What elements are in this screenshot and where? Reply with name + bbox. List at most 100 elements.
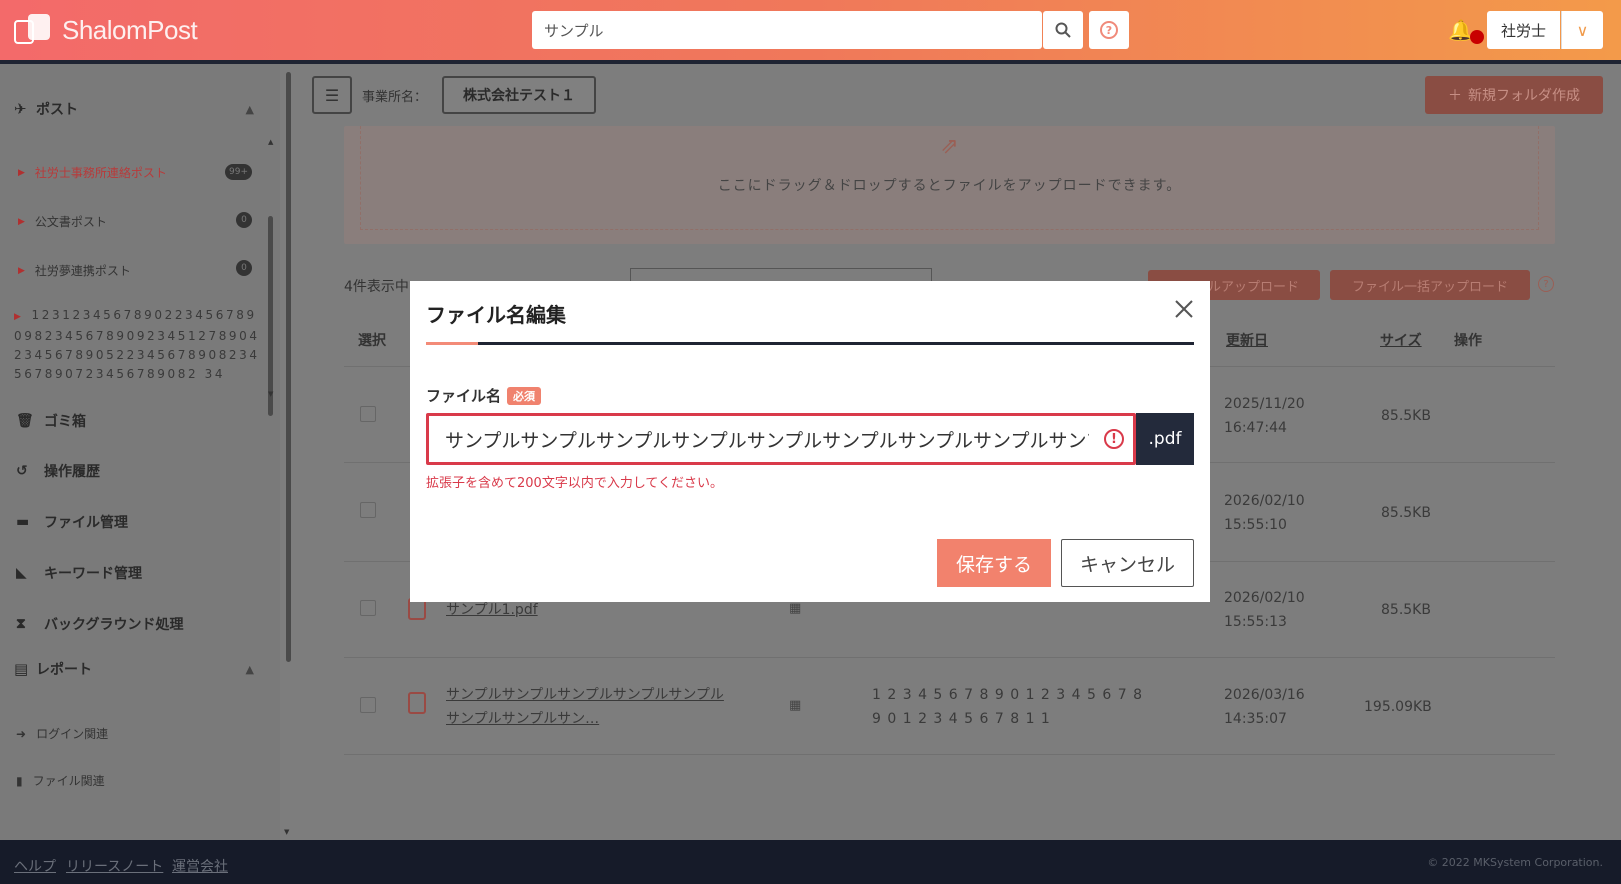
sidebar-item-trash[interactable]: 🗑 ゴミ箱 <box>16 411 86 431</box>
search-value: サンプル <box>544 21 604 40</box>
column-header-updated[interactable]: 更新日 <box>1226 330 1268 350</box>
row-date: 2026/02/10 <box>1224 590 1305 606</box>
triangle-icon: ▶ <box>18 265 25 276</box>
scroll-down-arrow-icon[interactable]: ▼ <box>268 390 273 398</box>
row-checkbox[interactable] <box>360 697 376 713</box>
count-badge: 99+ <box>225 164 252 180</box>
menu-icon: ☰ <box>324 85 340 105</box>
error-icon: ! <box>1104 429 1124 449</box>
row-checkbox[interactable] <box>360 502 376 518</box>
row-size: 85.5KB <box>1381 408 1431 424</box>
count-badge: 0 <box>236 260 252 276</box>
sidebar-item-keyword-management[interactable]: ◣ キーワード管理 <box>16 563 142 583</box>
sidebar-item-office-post[interactable]: ▶ 社労士事務所連絡ポスト <box>18 164 167 181</box>
history-icon: ↺ <box>16 463 28 479</box>
footer-company-link[interactable]: 運営会社 <box>172 856 228 876</box>
sidebar-item-sharoumu-post[interactable]: ▶ 社労夢連携ポスト <box>18 262 131 279</box>
sidebar-item-label: 操作履歴 <box>44 464 100 480</box>
menu-toggle-button[interactable]: ☰ <box>312 76 352 114</box>
triangle-icon: ▶ <box>18 216 25 227</box>
logo[interactable]: ShalomPost <box>12 10 198 50</box>
sidebar-item-file-report[interactable]: ▮ ファイル関連 <box>16 772 105 789</box>
office-selector[interactable]: 株式会社テスト１ <box>442 76 596 114</box>
sidebar-item-label: 1231234567890223456789098234567890923451… <box>14 308 260 381</box>
post-icon: ✈ <box>14 100 27 118</box>
chevron-up-icon: ▲ <box>245 662 254 676</box>
search-input[interactable]: サンプル <box>532 11 1042 49</box>
filename-input[interactable] <box>426 413 1136 465</box>
row-time: 15:55:13 <box>1224 614 1287 630</box>
sidebar-item-long-number[interactable]: ▶ 123123456789022345678909823456789092345… <box>14 306 262 384</box>
extension-addon: .pdf <box>1136 413 1194 465</box>
save-button[interactable]: 保存する <box>937 539 1051 587</box>
close-icon <box>1175 300 1193 318</box>
sidebar-item-file-management[interactable]: ▬ ファイル管理 <box>16 512 128 532</box>
footer-release-notes-link[interactable]: リリースノート <box>66 856 163 876</box>
sidebar-item-history[interactable]: ↺ 操作履歴 <box>16 461 100 481</box>
file-type-icon: ▦ <box>789 698 802 713</box>
row-date: 2026/03/16 <box>1224 687 1305 703</box>
column-header-size[interactable]: サイズ <box>1380 330 1422 350</box>
footer-help-link[interactable]: ヘルプ <box>14 856 56 876</box>
office-value: 株式会社テスト１ <box>463 88 575 104</box>
close-button[interactable] <box>1170 295 1198 323</box>
sidebar-scrollbar[interactable] <box>286 72 291 662</box>
sidebar-item-background-process[interactable]: ⧗ バックグラウンド処理 <box>16 614 183 634</box>
cancel-button[interactable]: キャンセル <box>1061 539 1194 587</box>
filename-field-label: ファイル名 必須 <box>426 385 542 406</box>
help-icon[interactable]: ? <box>1538 276 1554 292</box>
sidebar: ✈ ポスト ▲ ▶ 社労士事務所連絡ポスト 99+ ▶ 公文書ポスト 0 ▶ 社… <box>0 64 289 840</box>
office-label: 事業所名： <box>362 90 428 105</box>
help-button[interactable]: ? <box>1089 11 1129 49</box>
row-date: 2026/02/10 <box>1224 493 1305 509</box>
copyright: © 2022 MKSystem Corporation. <box>1427 856 1603 869</box>
dialog-title: ファイル名編集 <box>426 303 566 327</box>
row-size: 85.5KB <box>1381 505 1431 521</box>
scroll-up-arrow-icon[interactable]: ▲ <box>268 138 273 146</box>
dialog-title-accent <box>426 342 478 345</box>
dropzone[interactable]: ⇗ ここにドラッグ＆ドロップするとファイルをアップロードできます。 <box>344 126 1555 244</box>
sidebar-item-label: ゴミ箱 <box>44 414 86 430</box>
chevron-down-icon: ∨ <box>1576 20 1589 40</box>
dialog-title-rule <box>426 342 1194 345</box>
user-menu-button[interactable]: 社労士 <box>1487 11 1560 49</box>
user-name: 社労士 <box>1500 21 1546 40</box>
sidebar-section-label: ポスト <box>36 102 78 118</box>
file-type-icon: ▦ <box>789 601 802 616</box>
row-memo: 1 2 3 4 5 6 7 8 9 0 1 2 3 4 5 6 7 8 <box>872 687 1143 703</box>
report-icon: ▤ <box>14 660 29 678</box>
row-divider <box>344 657 1555 658</box>
column-header-select: 選択 <box>358 333 386 349</box>
sidebar-item-label: キーワード管理 <box>44 566 142 582</box>
user-dropdown-button[interactable]: ∨ <box>1561 11 1603 49</box>
file-name-link-line2[interactable]: サンプルサンプルサン… <box>446 707 599 731</box>
sidebar-item-label: 社労士事務所連絡ポスト <box>34 166 167 180</box>
sidebar-item-label: 社労夢連携ポスト <box>34 264 131 278</box>
new-folder-button[interactable]: ＋ 新規フォルダ作成 <box>1425 76 1603 114</box>
search-icon <box>1055 22 1071 38</box>
file-icon: ▮ <box>16 773 23 788</box>
pagination[interactable] <box>630 268 932 282</box>
logo-text: ShalomPost <box>62 14 198 45</box>
row-time: 14:35:07 <box>1224 711 1287 727</box>
sidebar-item-official-post[interactable]: ▶ 公文書ポスト <box>18 213 107 230</box>
search-button[interactable] <box>1043 11 1083 49</box>
row-checkbox[interactable] <box>360 600 376 616</box>
sidebar-section-report[interactable]: ▤ レポート ▲ <box>0 644 280 694</box>
sidebar-post-scrollbar[interactable] <box>268 216 273 416</box>
sidebar-item-label: ログイン関連 <box>36 727 109 741</box>
scroll-down-arrow-icon[interactable]: ▼ <box>284 828 289 836</box>
row-divider <box>344 754 1555 755</box>
required-badge: 必須 <box>507 386 542 405</box>
sidebar-section-post[interactable]: ✈ ポスト ▲ <box>0 84 280 134</box>
row-checkbox[interactable] <box>360 406 376 422</box>
sidebar-item-login-report[interactable]: ➜ ログイン関連 <box>16 725 108 742</box>
file-name-link[interactable]: サンプルサンプルサンプルサンプルサンプル <box>446 683 724 707</box>
upload-icon: ⇗ <box>940 134 959 159</box>
dropzone-text: ここにドラッグ＆ドロップするとファイルをアップロードできます。 <box>717 178 1182 194</box>
bulk-upload-button[interactable]: ファイル一括アップロード <box>1330 270 1530 300</box>
footer <box>0 840 1621 884</box>
sidebar-section-label: レポート <box>36 662 92 678</box>
new-folder-label: 新規フォルダ作成 <box>1468 88 1580 104</box>
sidebar-item-label: ファイル関連 <box>32 774 105 788</box>
